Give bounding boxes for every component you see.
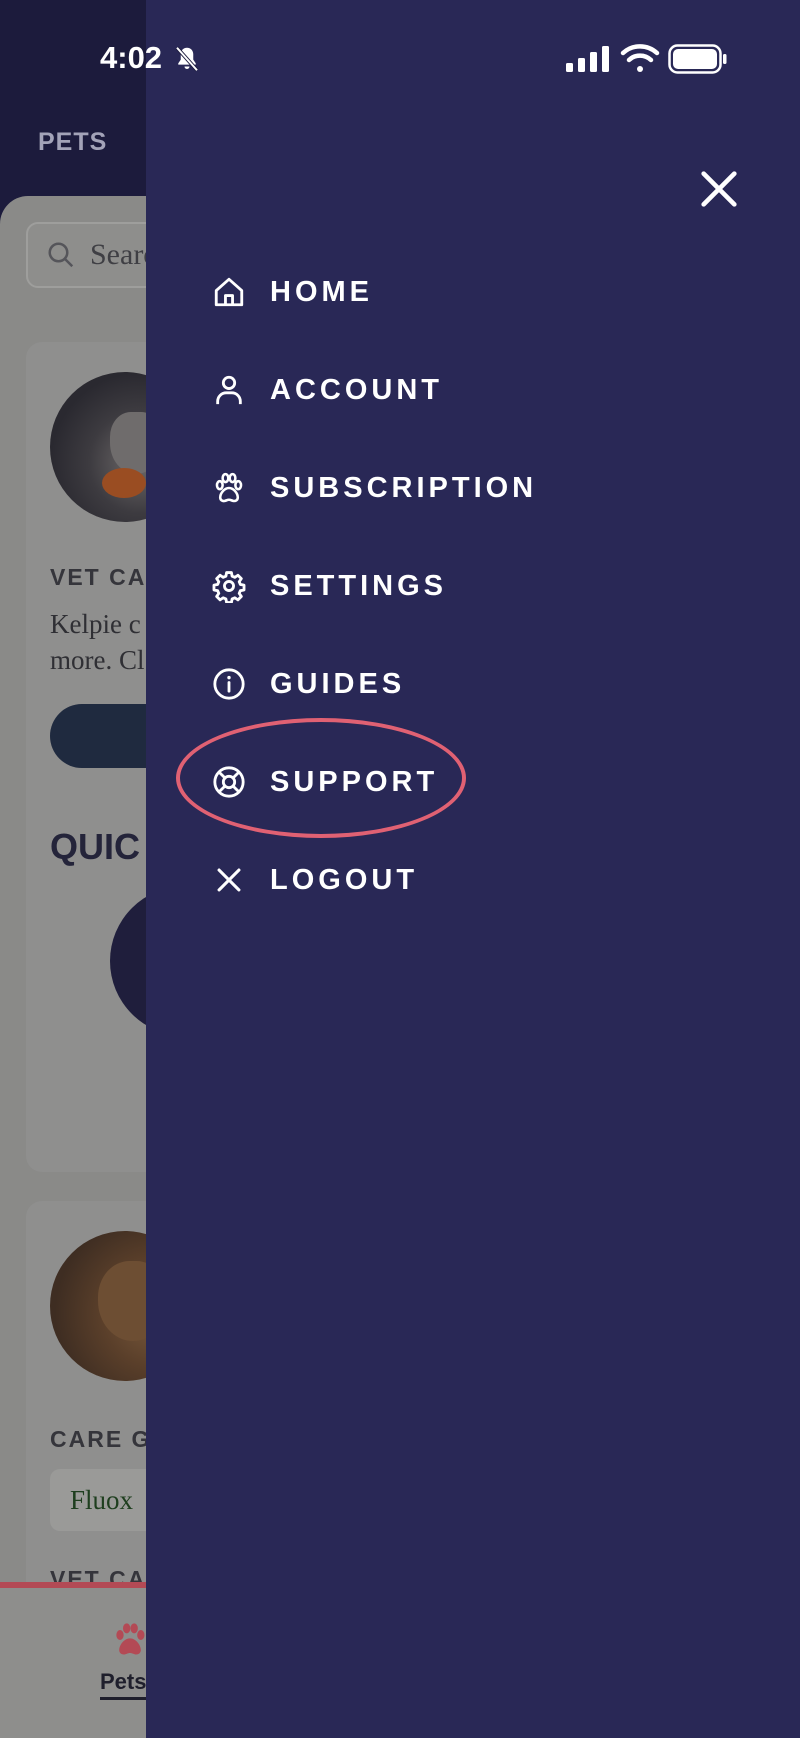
menu-item-label: ACCOUNT xyxy=(270,373,443,406)
card-label: VET CA xyxy=(50,564,147,590)
home-icon xyxy=(214,277,244,307)
quick-actions-title: QUIC xyxy=(50,826,140,867)
dog-toy xyxy=(102,468,146,498)
wifi-icon xyxy=(620,44,660,72)
close-icon xyxy=(217,868,241,892)
menu-item-label: SUPPORT xyxy=(270,765,439,798)
menu-item-support[interactable]: SUPPORT xyxy=(212,752,438,812)
menu-item-label: GUIDES xyxy=(270,667,406,700)
menu-item-subscription[interactable]: SUBSCRIPTION xyxy=(212,458,537,518)
menu-item-home[interactable]: HOME xyxy=(212,262,373,322)
close-drawer-button[interactable] xyxy=(696,166,742,212)
close-icon xyxy=(701,171,737,207)
menu-item-label: SUBSCRIPTION xyxy=(270,471,538,504)
menu-item-label: HOME xyxy=(270,275,373,308)
navigation-drawer: HOME ACCOUNT SUBSCRIPTION SETTINGS GUIDE… xyxy=(146,0,800,1738)
signal-icon xyxy=(566,46,609,72)
page-title: PETS xyxy=(38,128,108,156)
status-time: 4:02 xyxy=(100,40,163,75)
paw-icon xyxy=(116,1623,145,1655)
menu-item-label: SETTINGS xyxy=(270,569,448,602)
user-icon xyxy=(216,375,242,405)
battery-icon xyxy=(668,44,727,74)
info-icon xyxy=(213,668,245,700)
lifebuoy-icon xyxy=(213,766,245,798)
paw-icon xyxy=(215,472,243,503)
menu-item-account[interactable]: ACCOUNT xyxy=(212,360,443,420)
card-label: CARE G xyxy=(50,1426,152,1452)
menu-item-settings[interactable]: SETTINGS xyxy=(212,556,447,616)
search-icon xyxy=(48,242,74,268)
status-bar: 4:02 xyxy=(0,0,800,110)
menu-item-logout[interactable]: LOGOUT xyxy=(212,850,418,910)
menu-item-label: LOGOUT xyxy=(270,863,419,896)
bell-muted-icon xyxy=(175,46,199,72)
gear-icon xyxy=(212,571,246,603)
menu-item-guides[interactable]: GUIDES xyxy=(212,654,405,714)
